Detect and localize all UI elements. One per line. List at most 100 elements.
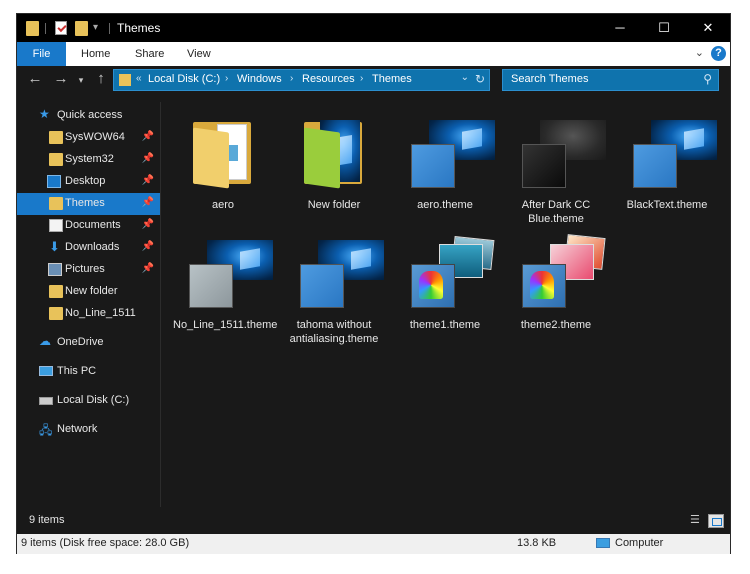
sidebar-item-label: Documents (65, 219, 121, 231)
network-icon: 🖧 (39, 423, 53, 437)
refresh-icon[interactable]: ↻ (475, 72, 485, 86)
folder-icon (300, 116, 368, 189)
sidebar-item-label: Quick access (57, 109, 123, 121)
file-name: aero (211, 199, 235, 211)
file-name: theme2.theme (520, 319, 592, 331)
theme-palette-icon (411, 264, 455, 308)
up-button[interactable]: ↑ (91, 70, 111, 87)
tab-view[interactable]: View (175, 42, 223, 66)
chevron-down-icon[interactable]: ⌄ (461, 72, 469, 83)
sidebar-item-pictures[interactable]: Pictures 📌 (17, 259, 160, 281)
pin-icon[interactable]: 📌 (142, 197, 154, 208)
maximize-button[interactable]: ☐ (642, 14, 686, 42)
search-icon: ⚲ (703, 72, 712, 86)
address-bar[interactable]: « Local Disk (C:) › Windows › Resources … (113, 69, 490, 91)
file-item-theme1-theme[interactable]: theme1.theme (395, 230, 495, 340)
file-item-tahoma-without-antialiasing-theme[interactable]: tahoma without antialiasing.theme (284, 230, 384, 345)
chevron-right-icon[interactable]: › (290, 73, 293, 84)
sidebar-item-network[interactable]: 🖧 Network (17, 419, 160, 441)
sidebar-item-label: Local Disk (C:) (57, 394, 130, 406)
theme-file-icon (522, 116, 606, 188)
file-name: No_Line_1511.theme (173, 319, 278, 331)
theme-file-icon (411, 116, 495, 188)
recent-locations-icon[interactable]: ▾ (71, 75, 91, 86)
file-item-new-folder[interactable]: New folder (284, 110, 384, 220)
sidebar-item-label: This PC (57, 365, 97, 377)
chevron-right-icon[interactable]: › (360, 73, 363, 84)
computer-icon (39, 366, 53, 376)
desktop-icon (47, 175, 61, 188)
file-name: aero.theme (417, 199, 473, 211)
sidebar-item-no-line-1511[interactable]: No_Line_1511 (17, 303, 160, 325)
pin-icon[interactable]: 📌 (142, 219, 154, 230)
folder-icon (49, 153, 63, 166)
details-view-button[interactable] (688, 513, 704, 528)
theme-color-swatch (522, 144, 566, 188)
file-name: BlackText.theme (626, 199, 708, 211)
sidebar-item-local-disk[interactable]: Local Disk (C:) (17, 390, 160, 412)
sidebar-item-system32[interactable]: System32 📌 (17, 149, 160, 171)
pin-icon[interactable]: 📌 (142, 263, 154, 274)
sidebar-item-label: OneDrive (57, 336, 104, 348)
title-bar: ▾ Themes ─ ☐ ✕ (17, 14, 730, 42)
file-item-aero[interactable]: aero (173, 110, 273, 220)
file-item-aero-theme[interactable]: aero.theme (395, 110, 495, 220)
details-status-bar: 9 items (Disk free space: 28.0 GB) 13.8 … (17, 534, 730, 554)
theme-color-swatch (411, 144, 455, 188)
file-name: theme1.theme (409, 319, 481, 331)
sidebar-item-label: Desktop (65, 175, 106, 187)
pin-icon[interactable]: 📌 (142, 175, 154, 186)
divider (45, 23, 46, 34)
breadcrumb-local-disk[interactable]: Local Disk (C:) (148, 73, 220, 85)
search-input[interactable]: Search Themes ⚲ (502, 69, 719, 91)
properties-icon[interactable] (55, 21, 67, 35)
file-item-after-dark-cc-blue-theme[interactable]: After Dark CC Blue.theme (506, 110, 606, 225)
sidebar-item-quick-access[interactable]: ★ Quick access (17, 105, 160, 127)
folder-front (304, 127, 340, 189)
customize-quick-access-icon[interactable]: ▾ (93, 22, 98, 33)
help-icon[interactable]: ? (711, 46, 726, 61)
large-icons-view-button[interactable] (708, 514, 724, 528)
pin-icon[interactable]: 📌 (142, 153, 154, 164)
file-item-blacktext-theme[interactable]: BlackText.theme (617, 110, 717, 220)
sidebar-item-label: System32 (65, 153, 114, 165)
tab-home[interactable]: Home (69, 42, 122, 66)
chevron-right-icon[interactable]: › (225, 73, 228, 84)
minimize-button[interactable]: ─ (598, 14, 642, 42)
pin-icon[interactable]: 📌 (142, 241, 154, 252)
theme-file-icon (189, 236, 273, 308)
file-item-theme2-theme[interactable]: theme2.theme (506, 230, 606, 340)
selection-size: 13.8 KB (517, 537, 557, 549)
sidebar-item-downloads[interactable]: ⬇ Downloads 📌 (17, 237, 160, 259)
back-button[interactable]: ← (25, 70, 45, 87)
sidebar-item-onedrive[interactable]: ☁ OneDrive (17, 332, 160, 354)
breadcrumb-windows[interactable]: Windows (237, 73, 282, 85)
file-item-no-line-1511-theme[interactable]: No_Line_1511.theme (173, 230, 278, 340)
sidebar-item-desktop[interactable]: Desktop 📌 (17, 171, 160, 193)
forward-button[interactable]: → (51, 70, 71, 87)
pin-icon[interactable]: 📌 (142, 131, 154, 142)
sidebar-item-label: Downloads (65, 241, 120, 253)
pictures-icon (48, 263, 62, 276)
sidebar-item-documents[interactable]: Documents 📌 (17, 215, 160, 237)
tab-file[interactable]: File (17, 42, 66, 66)
folder-icon (49, 285, 63, 298)
folder-front (193, 127, 229, 189)
new-folder-icon[interactable] (75, 21, 88, 36)
breadcrumb-themes[interactable]: Themes (372, 73, 412, 85)
sidebar-item-new-folder[interactable]: New folder (17, 281, 160, 303)
download-arrow-icon: ⬇ (49, 239, 60, 254)
chevron-icon: « (136, 73, 142, 84)
sidebar-item-themes[interactable]: Themes 📌 (17, 193, 160, 215)
navigation-pane: ★ Quick access SysWOW64 📌 System32 📌 Des… (17, 102, 160, 507)
folder-icon (189, 116, 257, 189)
sidebar-item-syswow64[interactable]: SysWOW64 📌 (17, 127, 160, 149)
theme-color-swatch (633, 144, 677, 188)
close-button[interactable]: ✕ (686, 14, 730, 42)
breadcrumb-resources[interactable]: Resources (302, 73, 355, 85)
tab-share[interactable]: Share (123, 42, 176, 66)
theme-palette-icon (522, 264, 566, 308)
sidebar-item-this-pc[interactable]: This PC (17, 361, 160, 383)
search-placeholder: Search Themes (511, 73, 589, 85)
expand-ribbon-icon[interactable]: ⌄ (695, 46, 704, 59)
